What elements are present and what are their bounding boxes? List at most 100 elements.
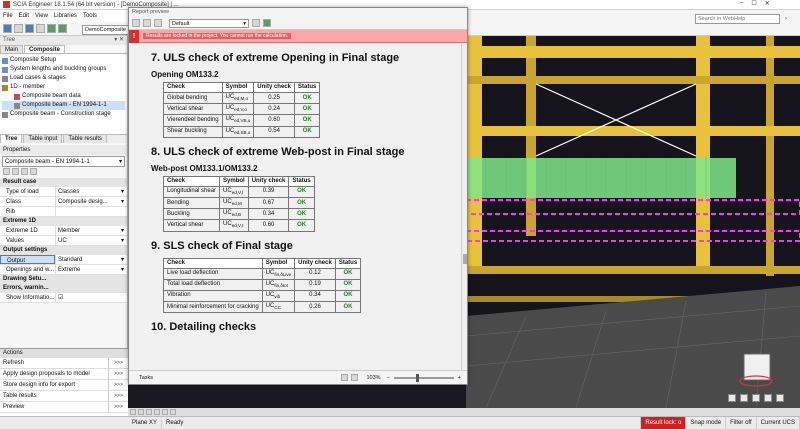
cell-symbol: UCed,M,o — [221, 91, 255, 105]
report-go-icon[interactable] — [263, 19, 271, 27]
project-tab[interactable]: DemoComposite — [82, 25, 130, 35]
status-result-lock[interactable]: Result lock: o — [641, 416, 687, 429]
view-tool-icon[interactable] — [154, 409, 160, 415]
report-window-title: Report preview — [129, 8, 467, 17]
two-page-icon[interactable] — [351, 374, 359, 381]
checkbox-icon[interactable]: ☑ — [58, 293, 63, 302]
edit-icon[interactable] — [21, 168, 28, 175]
prop-row[interactable]: Show Informatio... ☑ — [0, 293, 127, 303]
redo-icon[interactable] — [58, 24, 67, 33]
action-run-button[interactable]: >>> — [108, 358, 128, 368]
menu-libraries[interactable]: Libraries — [54, 13, 77, 19]
undo-icon[interactable] — [47, 24, 56, 33]
menu-file[interactable]: File — [3, 13, 13, 19]
tree-item-system-lengths[interactable]: System lengths and buckling groups — [2, 65, 125, 74]
view-tool-icon[interactable] — [130, 409, 136, 415]
symbol-sub: ed,V,o — [234, 107, 247, 113]
menu-edit[interactable]: Edit — [19, 13, 29, 19]
prop-group-drawing-setup[interactable]: Drawing Setu... — [0, 275, 127, 284]
status-ucs[interactable]: Current UCS — [757, 416, 800, 429]
zoom-slider[interactable] — [393, 373, 454, 382]
tab-tree[interactable]: Tree — [0, 135, 23, 143]
search-input[interactable]: Search in WebHelp — [695, 14, 780, 24]
view-tool-icon[interactable] — [146, 409, 152, 415]
report-settings-icon[interactable] — [132, 19, 140, 27]
tree-item-load-cases[interactable]: Load cases & stages — [2, 74, 125, 83]
tree-item-beam-data[interactable]: Composite beam data — [2, 92, 125, 101]
pin-icon[interactable]: ▾ ✕ — [114, 36, 124, 45]
view-rotate-icon[interactable] — [752, 394, 760, 402]
action-table-results[interactable]: Table results >>> — [0, 391, 128, 402]
select-icon[interactable] — [12, 168, 19, 175]
save-icon[interactable] — [25, 24, 34, 33]
settings-icon[interactable] — [30, 168, 37, 175]
action-store-design-info[interactable]: Store design info for export >>> — [0, 380, 128, 391]
status-filter[interactable]: Filter off — [726, 416, 757, 429]
view-fit-icon[interactable] — [764, 394, 772, 402]
tree-item-member[interactable]: 1D - member — [2, 83, 125, 92]
action-run-button[interactable]: >>> — [108, 402, 128, 412]
tab-table-results[interactable]: Table results — [63, 135, 108, 143]
app-logo-icon — [3, 1, 10, 8]
open-icon[interactable] — [14, 24, 23, 33]
tree-item-construction-stage[interactable]: Composite beam - Construction stage — [2, 110, 125, 119]
structural-model-drawing — [466, 36, 800, 408]
tab-main[interactable]: Main — [0, 45, 24, 53]
action-refresh[interactable]: Refresh >>> — [0, 358, 128, 369]
view-pan-icon[interactable] — [740, 394, 748, 402]
minimize-icon[interactable]: – — [740, 0, 743, 7]
prop-row[interactable]: Class Composite desig... ▾ — [0, 197, 127, 207]
menu-view[interactable]: View — [35, 13, 48, 19]
tree-tabs: Main Composite — [0, 45, 127, 54]
cell-status: OK — [288, 196, 315, 210]
action-run-button[interactable]: >>> — [108, 369, 128, 379]
view-zoom-icon[interactable] — [728, 394, 736, 402]
tasks-label[interactable]: Tasks — [129, 375, 341, 381]
prop-value: Extreme — [58, 267, 81, 273]
table-row: Vibration UCvib 0.34 OK — [163, 289, 362, 303]
new-icon[interactable] — [3, 24, 12, 33]
search-icon[interactable]: › — [781, 14, 791, 24]
prop-row[interactable]: Values UC ▾ — [0, 236, 127, 246]
properties-selector[interactable]: Composite beam - EN 1994-1-1 ▾ — [2, 156, 125, 167]
view-tool-icon[interactable] — [138, 409, 144, 415]
tab-table-input[interactable]: Table input — [23, 135, 63, 143]
action-preview[interactable]: Preview >>> — [0, 402, 128, 413]
single-page-icon[interactable] — [341, 374, 349, 381]
view-tool-icon[interactable] — [170, 409, 176, 415]
prop-row[interactable]: Extreme 1D Member ▾ — [0, 226, 127, 236]
zoom-in-icon[interactable]: + — [458, 375, 461, 381]
filter-icon[interactable] — [3, 168, 10, 175]
prop-row[interactable]: Openings and w... Extreme ▾ — [0, 265, 127, 275]
prop-group-extreme-1d[interactable]: Extreme 1D — [0, 217, 127, 226]
prop-row[interactable]: Rib — [0, 207, 127, 217]
report-refresh-icon[interactable] — [143, 19, 151, 27]
tree-item-beam-check[interactable]: Composite beam - EN 1994-1-1 — [2, 101, 125, 110]
report-style-select[interactable]: Default ▾ — [169, 18, 249, 28]
report-save-icon[interactable] — [252, 19, 260, 27]
zoom-out-icon[interactable]: − — [387, 375, 390, 381]
maximize-icon[interactable]: ☐ — [751, 0, 756, 7]
tree-item-setup[interactable]: Composite Setup — [2, 56, 125, 65]
action-run-button[interactable]: >>> — [108, 380, 128, 390]
action-run-button[interactable]: >>> — [108, 391, 128, 401]
action-apply-proposals[interactable]: Apply design proposals to model >>> — [0, 369, 128, 380]
prop-group-errors[interactable]: Errors, warnin... — [0, 284, 127, 293]
view-render-icon[interactable] — [776, 394, 784, 402]
menu-tools[interactable]: Tools — [83, 13, 97, 19]
model-3d-view[interactable] — [466, 36, 800, 408]
close-icon[interactable]: ✕ — [765, 0, 770, 7]
prop-group-result-case[interactable]: Result case — [0, 178, 127, 187]
scrollbar-thumb[interactable] — [463, 254, 467, 264]
report-export-icon[interactable] — [154, 19, 162, 27]
view-tool-icon[interactable] — [162, 409, 168, 415]
prop-row[interactable]: Type of load Classes ▾ — [0, 187, 127, 197]
status-snap-mode[interactable]: Snap mode — [686, 416, 727, 429]
prop-row[interactable]: Output Standard ▾ — [0, 255, 127, 265]
print-icon[interactable] — [36, 24, 45, 33]
col-symbol: Symbol — [261, 257, 296, 269]
zoom-slider-handle[interactable] — [415, 373, 419, 382]
report-scrollbar[interactable] — [461, 44, 467, 370]
tab-composite[interactable]: Composite — [24, 45, 66, 53]
prop-group-output-settings[interactable]: Output settings — [0, 246, 127, 255]
